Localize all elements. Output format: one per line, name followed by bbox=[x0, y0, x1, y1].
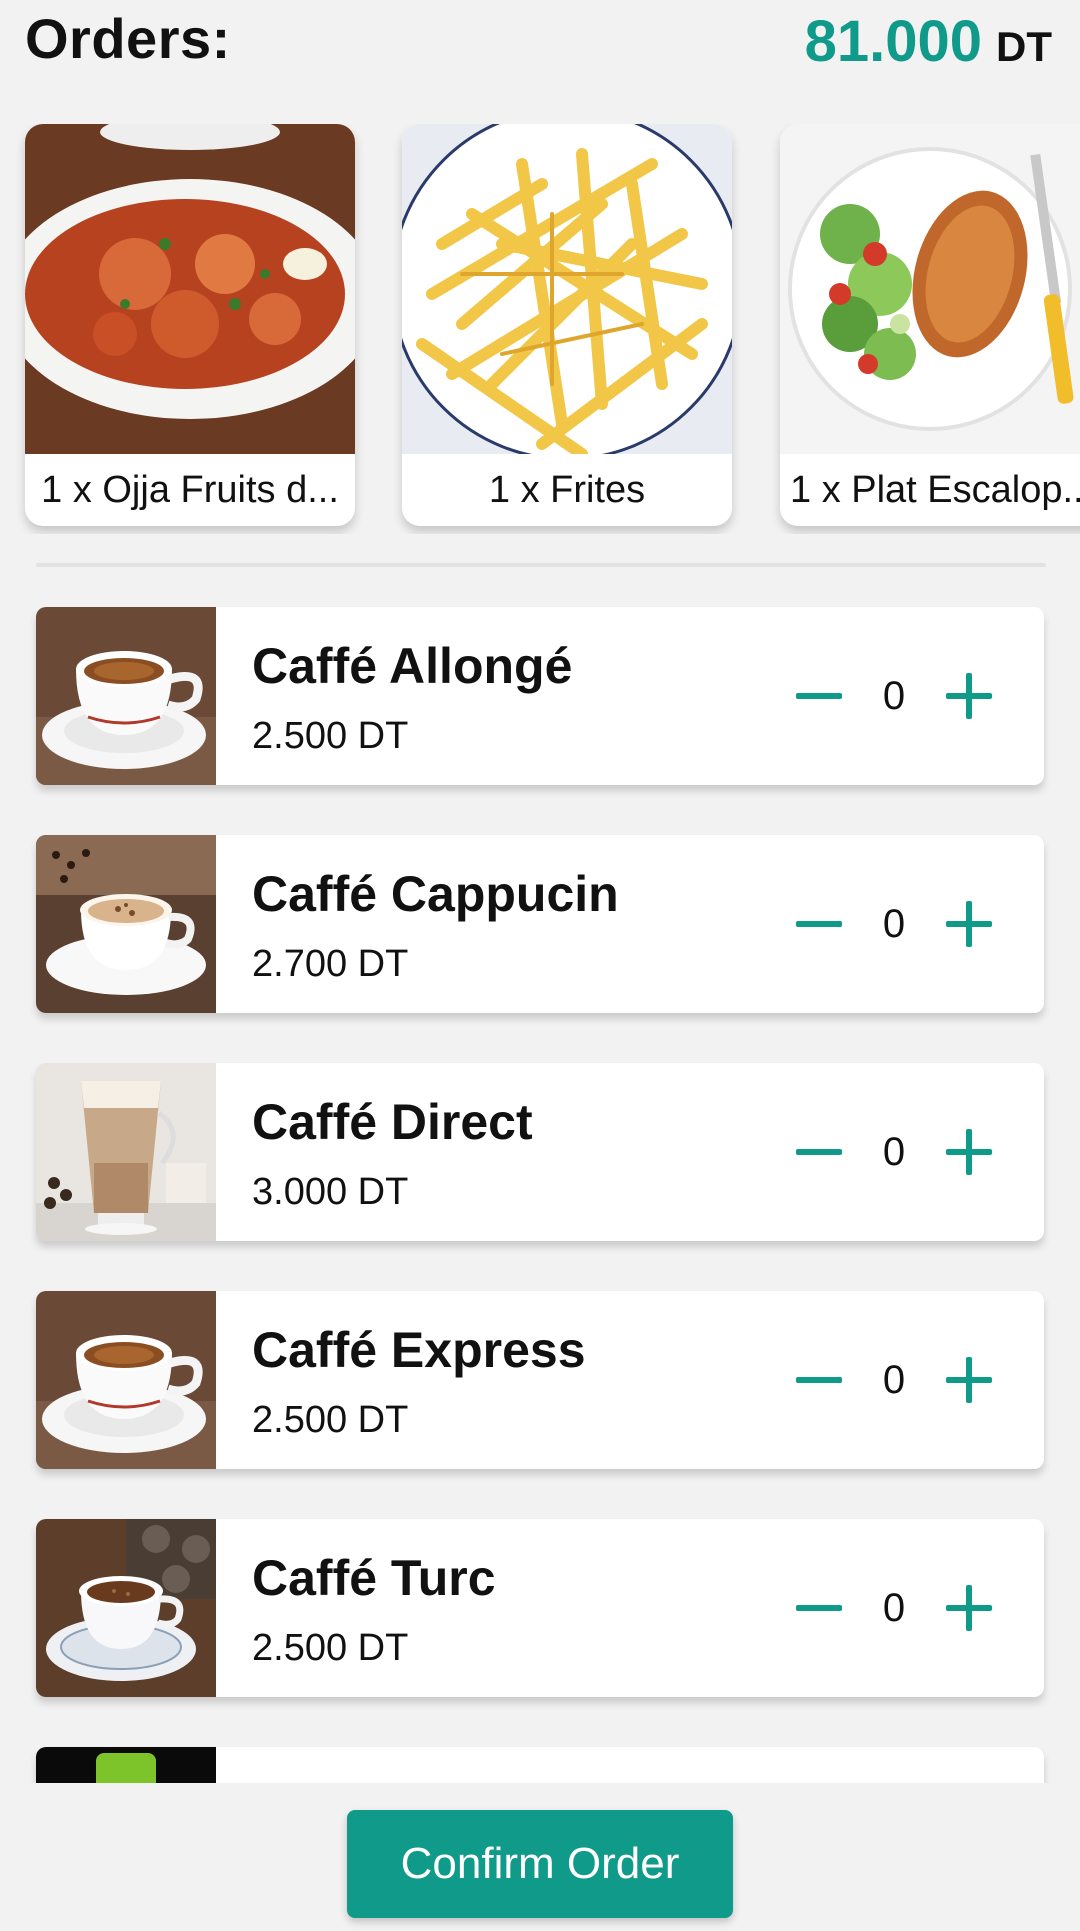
page-title: Orders: bbox=[25, 7, 231, 70]
product-name: Caffé Turc bbox=[252, 1550, 496, 1606]
product-thumb-direct bbox=[36, 1063, 216, 1241]
minus-icon[interactable] bbox=[774, 1107, 864, 1197]
order-card[interactable]: 1 x Plat Escalop... bbox=[780, 124, 1080, 526]
orders-carousel[interactable]: 1 x Ojja Fruits d... 1 x Frites 1 x Plat… bbox=[0, 124, 1080, 534]
plus-icon[interactable] bbox=[924, 1107, 1014, 1197]
order-photo-escalope bbox=[780, 124, 1080, 454]
product-thumb-turc bbox=[36, 1519, 216, 1697]
confirm-order-button[interactable]: Confirm Order bbox=[347, 1810, 733, 1918]
plus-icon[interactable] bbox=[924, 651, 1014, 741]
quantity-value: 0 bbox=[882, 901, 906, 946]
minus-icon[interactable] bbox=[774, 1335, 864, 1425]
order-label: 1 x Frites bbox=[488, 468, 646, 511]
order-card[interactable]: 1 x Frites bbox=[402, 124, 732, 526]
product-price: 2.500 DT bbox=[252, 1627, 409, 1669]
order-label: 1 x Plat Escalop... bbox=[790, 468, 1080, 511]
section-divider bbox=[36, 563, 1046, 567]
minus-icon[interactable] bbox=[774, 1563, 864, 1653]
quantity-stepper: 0 bbox=[774, 879, 1014, 969]
product-price: 2.500 DT bbox=[252, 1399, 409, 1441]
plus-icon[interactable] bbox=[924, 1563, 1014, 1653]
product-thumb-express bbox=[36, 1291, 216, 1469]
order-photo-frites bbox=[402, 124, 732, 454]
quantity-value: 0 bbox=[882, 1129, 906, 1174]
product-price: 3.000 DT bbox=[252, 1171, 409, 1213]
footer-bar: Confirm Order bbox=[0, 1783, 1080, 1931]
product-name: Caffé Direct bbox=[252, 1094, 533, 1150]
product-row: Caffé Express 2.500 DT 0 bbox=[36, 1291, 1044, 1469]
quantity-value: 0 bbox=[882, 673, 906, 718]
order-card[interactable]: 1 x Ojja Fruits d... bbox=[25, 124, 355, 526]
product-row: Caffé Cappucin 2.700 DT 0 bbox=[36, 835, 1044, 1013]
product-name: Caffé Allongé bbox=[252, 638, 573, 694]
quantity-stepper: 0 bbox=[774, 1335, 1014, 1425]
product-row: Caffé Allongé 2.500 DT 0 bbox=[36, 607, 1044, 785]
minus-icon[interactable] bbox=[774, 651, 864, 741]
quantity-stepper: 0 bbox=[774, 1563, 1014, 1653]
order-total: 81.000 DT bbox=[805, 8, 1052, 75]
orders-header: Orders: 81.000 DT bbox=[0, 0, 1080, 100]
minus-icon[interactable] bbox=[774, 879, 864, 969]
product-name: Caffé Express bbox=[252, 1322, 586, 1378]
product-thumb-allonge bbox=[36, 607, 216, 785]
quantity-value: 0 bbox=[882, 1585, 906, 1630]
quantity-stepper: 0 bbox=[774, 651, 1014, 741]
quantity-value: 0 bbox=[882, 1357, 906, 1402]
total-currency: DT bbox=[996, 23, 1052, 70]
total-amount: 81.000 bbox=[804, 9, 982, 74]
plus-icon[interactable] bbox=[924, 879, 1014, 969]
quantity-stepper: 0 bbox=[774, 1107, 1014, 1197]
product-name: Caffé Cappucin bbox=[252, 866, 619, 922]
product-row: Caffé Direct 3.000 DT 0 bbox=[36, 1063, 1044, 1241]
product-row: Caffé Turc 2.500 DT 0 bbox=[36, 1519, 1044, 1697]
product-thumb-cappucin bbox=[36, 835, 216, 1013]
order-photo-ojja bbox=[25, 124, 355, 454]
product-price: 2.700 DT bbox=[252, 943, 409, 985]
product-price: 2.500 DT bbox=[252, 715, 409, 757]
order-label: 1 x Ojja Fruits d... bbox=[41, 468, 339, 511]
plus-icon[interactable] bbox=[924, 1335, 1014, 1425]
